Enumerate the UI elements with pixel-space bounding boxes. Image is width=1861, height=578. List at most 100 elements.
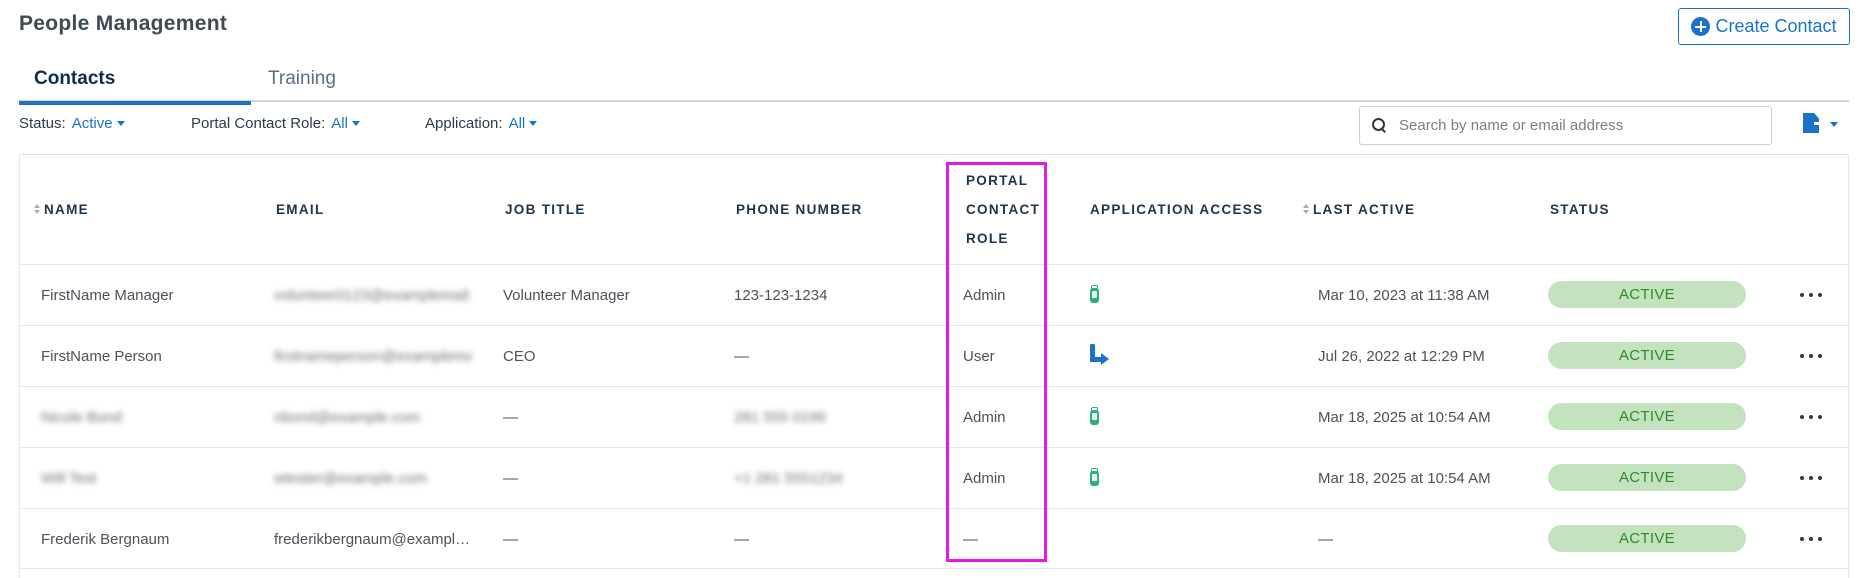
column-header-status: STATUS	[1550, 155, 1610, 264]
contact-email: nbond@example.com	[274, 408, 421, 426]
sort-icon[interactable]	[1303, 204, 1310, 215]
dot-icon	[1818, 293, 1822, 297]
export-button[interactable]	[1803, 113, 1843, 135]
contact-phone: 123-123-1234	[734, 286, 828, 304]
column-header-name-label: NAME	[44, 202, 89, 217]
chevron-down-icon	[529, 121, 538, 126]
contact-phone: —	[734, 347, 749, 365]
dot-icon	[1800, 354, 1804, 358]
chevron-down-icon	[1830, 122, 1838, 127]
contact-name[interactable]: FirstName Manager	[41, 265, 261, 325]
tab-contacts[interactable]: Contacts	[19, 62, 251, 105]
contact-last-active: Mar 10, 2023 at 11:38 AM	[1318, 286, 1490, 304]
contact-email: firstnameperson@examplemail.com	[274, 347, 472, 365]
status-badge: ACTIVE	[1548, 403, 1746, 430]
contacts-table: NAME EMAIL JOB TITLE PHONE NUMBER PORTAL…	[19, 154, 1849, 578]
application-filter-label: Application:	[425, 115, 503, 132]
dot-icon	[1800, 415, 1804, 419]
more-options-button[interactable]	[1800, 405, 1822, 429]
chevron-down-icon	[351, 121, 360, 126]
table-row[interactable]: FirstName Manager volunteer0123@examplem…	[20, 264, 1848, 325]
portal-role-filter[interactable]: Portal Contact Role: All	[191, 115, 360, 132]
contact-job-title: —	[503, 530, 518, 548]
portal-role-filter-label: Portal Contact Role:	[191, 115, 326, 132]
dot-icon	[1809, 354, 1813, 358]
contact-name[interactable]: Frederik Bergnaum	[41, 509, 261, 569]
dot-icon	[1818, 476, 1822, 480]
portal-app-icon	[1088, 406, 1100, 427]
route-app-icon	[1088, 344, 1110, 366]
column-header-phone-label: PHONE NUMBER	[736, 202, 863, 217]
portal-role-filter-value[interactable]: All	[331, 115, 348, 132]
contact-phone: 281 555 0199	[734, 408, 826, 426]
page-title: People Management	[19, 12, 228, 35]
application-filter[interactable]: Application: All	[425, 115, 538, 132]
column-header-name[interactable]: NAME	[34, 155, 89, 264]
dot-icon	[1800, 476, 1804, 480]
more-options-button[interactable]	[1800, 527, 1822, 551]
portal-app-icon	[1088, 467, 1100, 488]
dot-icon	[1809, 415, 1813, 419]
column-header-portal-role-line1: PORTAL	[966, 173, 1029, 188]
contact-job-title: —	[503, 408, 518, 426]
contact-email: frederikbergnaum@exampl…	[274, 530, 471, 548]
chevron-down-icon	[116, 121, 125, 126]
plus-circle-icon	[1691, 17, 1711, 36]
contact-email: volunteer0123@examplemail.com	[274, 286, 472, 304]
search-box[interactable]	[1359, 106, 1772, 145]
sort-icon[interactable]	[34, 204, 41, 215]
dot-icon	[1809, 293, 1813, 297]
table-row[interactable]: Will Test wtester@example.com — +1 281 5…	[20, 447, 1848, 508]
status-filter[interactable]: Status: Active	[19, 115, 125, 132]
tab-bar: Contacts Training	[19, 58, 1849, 105]
column-header-portal-role-line2: CONTACT	[966, 202, 1041, 217]
dot-icon	[1809, 537, 1813, 541]
dot-icon	[1800, 293, 1804, 297]
contact-portal-role: User	[963, 347, 995, 365]
create-contact-button[interactable]: Create Contact	[1678, 8, 1850, 45]
contact-portal-role: Admin	[963, 286, 1006, 304]
dot-icon	[1809, 476, 1813, 480]
application-filter-value[interactable]: All	[509, 115, 526, 132]
contact-portal-role: Admin	[963, 408, 1006, 426]
column-header-email-label: EMAIL	[276, 202, 325, 217]
column-header-status-label: STATUS	[1550, 202, 1610, 217]
contact-job-title: —	[503, 469, 518, 487]
status-badge: ACTIVE	[1548, 281, 1746, 308]
contact-last-active: —	[1318, 530, 1333, 548]
contact-job-title: Volunteer Manager	[503, 286, 630, 304]
dot-icon	[1818, 537, 1822, 541]
portal-app-icon	[1088, 284, 1100, 305]
contact-last-active: Jul 26, 2022 at 12:29 PM	[1318, 347, 1485, 365]
column-header-phone: PHONE NUMBER	[736, 155, 863, 264]
search-input[interactable]	[1399, 117, 1759, 134]
table-row[interactable]: Nicole Bond nbond@example.com — 281 555 …	[20, 386, 1848, 447]
status-badge: ACTIVE	[1548, 525, 1746, 552]
more-options-button[interactable]	[1800, 466, 1822, 490]
contact-name[interactable]: Nicole Bond	[41, 387, 261, 447]
contact-portal-role: Admin	[963, 469, 1006, 487]
contact-name[interactable]: Will Test	[41, 448, 261, 508]
table-row[interactable]: Frederik Bergnaum frederikbergnaum@examp…	[20, 508, 1848, 569]
contact-name[interactable]: FirstName Person	[41, 326, 261, 386]
column-header-last-active-label: LAST ACTIVE	[1313, 202, 1416, 217]
more-options-button[interactable]	[1800, 344, 1822, 368]
more-options-button[interactable]	[1800, 283, 1822, 307]
search-icon	[1372, 118, 1387, 133]
dot-icon	[1818, 354, 1822, 358]
column-header-portal-role-line3: ROLE	[966, 231, 1009, 246]
column-header-app-access: APPLICATION ACCESS	[1090, 155, 1263, 264]
arrow-right-icon	[1814, 120, 1826, 126]
contact-last-active: Mar 18, 2025 at 10:54 AM	[1318, 469, 1491, 487]
status-filter-value[interactable]: Active	[72, 115, 113, 132]
create-contact-label: Create Contact	[1715, 16, 1837, 36]
column-header-portal-role: PORTAL CONTACT ROLE	[966, 155, 1040, 264]
contact-phone: +1 281 5551234	[734, 469, 843, 487]
contact-portal-role: —	[963, 530, 978, 548]
contact-email: wtester@example.com	[274, 469, 427, 487]
status-badge: ACTIVE	[1548, 464, 1746, 491]
contact-last-active: Mar 18, 2025 at 10:54 AM	[1318, 408, 1491, 426]
column-header-last-active[interactable]: LAST ACTIVE	[1303, 155, 1415, 264]
table-row[interactable]: FirstName Person firstnameperson@example…	[20, 325, 1848, 386]
tab-training[interactable]: Training	[268, 62, 336, 102]
